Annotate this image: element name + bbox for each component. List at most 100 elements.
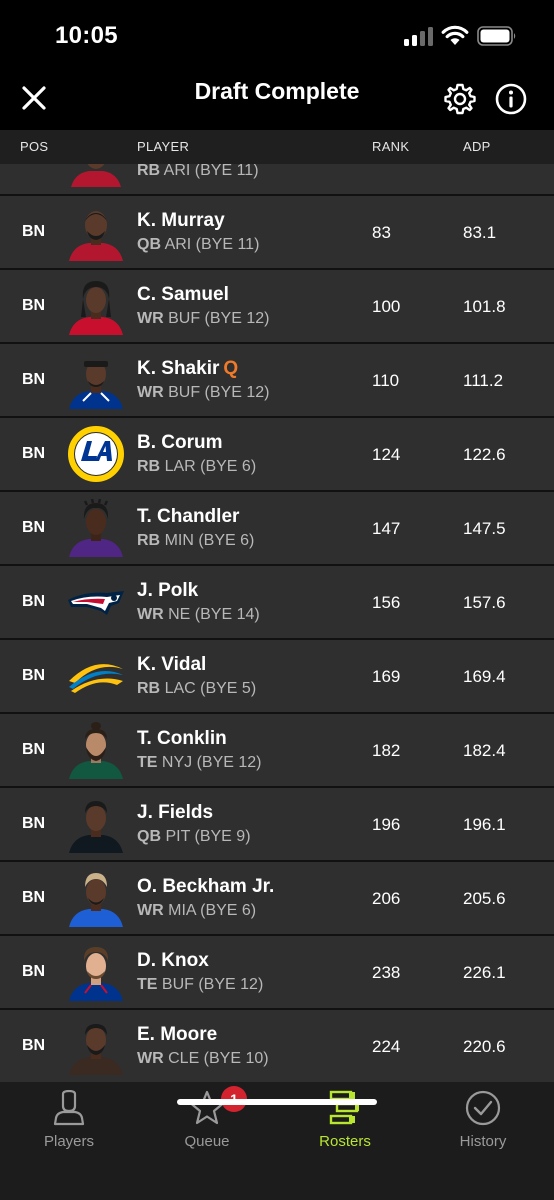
roster-slot: BN xyxy=(22,667,46,684)
player-row[interactable]: BN B. Corum RB LAR (BYE 6) 124 122.6 xyxy=(0,418,554,490)
roster-slot: BN xyxy=(22,371,46,388)
rams-logo xyxy=(68,426,124,482)
player-rank: 110 xyxy=(372,371,400,390)
tab-label: Players xyxy=(43,1133,95,1150)
player-adp: 83.1 xyxy=(463,223,497,242)
patriots-logo xyxy=(68,591,124,615)
person-icon xyxy=(53,1090,85,1126)
tab-queue[interactable]: 1 Queue xyxy=(138,1082,276,1162)
player-adp: 182.4 xyxy=(463,741,506,760)
status-bar: 10:05 xyxy=(0,0,554,70)
player-adp: 169.4 xyxy=(463,667,506,686)
partial-row[interactable]: RB ARI (BYE 11) xyxy=(0,164,554,194)
player-headshot-cardinals xyxy=(71,164,121,187)
player-name: J. Polk xyxy=(137,580,199,601)
player-rank: 83 xyxy=(372,223,391,242)
player-team-info: RB LAC (BYE 5) xyxy=(137,680,257,697)
player-row[interactable]: BN J. Polk WR NE (BYE 14) 156 157.6 xyxy=(0,566,554,638)
player-rank: 124 xyxy=(372,445,401,464)
star-icon xyxy=(189,1090,225,1125)
player-adp: 205.6 xyxy=(463,889,506,908)
player-row[interactable]: BN J. Fields QB PIT (BYE 9) 196 196.1 xyxy=(0,788,554,860)
player-rank: 156 xyxy=(372,593,401,612)
column-header: POS PLAYER RANK ADP xyxy=(0,130,554,164)
roster-slot: BN xyxy=(22,297,46,314)
column-pos: POS xyxy=(20,139,49,154)
player-name: K. Shakir Q xyxy=(137,358,239,379)
player-team-info: QB ARI (BYE 11) xyxy=(137,236,260,253)
player-headshot-bills-blue xyxy=(69,361,123,409)
column-player: PLAYER xyxy=(137,139,190,154)
player-row[interactable]: BN K. Vidal RB LAC (BYE 5) 169 169.4 xyxy=(0,640,554,712)
tab-label: Rosters xyxy=(319,1133,371,1150)
player-team-info: WR BUF (BYE 12) xyxy=(137,310,270,327)
player-headshot-vikings xyxy=(69,499,123,557)
player-name: D. Knox xyxy=(137,950,209,971)
player-headshot-bills-red xyxy=(69,281,123,335)
roster-list[interactable]: RB ARI (BYE 11) BN K. Murray QB ARI (BYE… xyxy=(0,164,554,1082)
battery-icon xyxy=(477,26,516,46)
player-row[interactable]: BN C. Samuel WR BUF (BYE 12) 100 101.8 xyxy=(0,270,554,342)
player-team-info: RB ARI (BYE 11) xyxy=(137,164,259,179)
player-rank: 169 xyxy=(372,667,401,686)
tab-label: History xyxy=(459,1133,507,1150)
player-row[interactable]: BN O. Beckham Jr. WR MIA (BYE 6) 206 205… xyxy=(0,862,554,934)
player-headshot-dolphins xyxy=(69,873,123,927)
player-adp: 196.1 xyxy=(463,815,506,834)
status-time: 10:05 xyxy=(55,22,118,49)
player-team-info: RB LAR (BYE 6) xyxy=(137,458,257,475)
player-adp: 157.6 xyxy=(463,593,506,612)
gear-icon[interactable] xyxy=(443,82,477,116)
tab-history[interactable]: History xyxy=(414,1082,552,1162)
cellular-signal-icon xyxy=(404,27,434,46)
player-team-info: RB MIN (BYE 6) xyxy=(137,532,255,549)
player-row[interactable]: BN K. Murray QB ARI (BYE 11) 83 83.1 xyxy=(0,196,554,268)
player-name: T. Conklin xyxy=(137,728,227,749)
player-team-info: WR BUF (BYE 12) xyxy=(137,384,270,401)
player-rank: 196 xyxy=(372,815,401,834)
roster-slot: BN xyxy=(22,889,46,906)
player-rank: 100 xyxy=(372,297,401,316)
player-team-info: TE BUF (BYE 12) xyxy=(137,976,264,993)
roster-slot: BN xyxy=(22,593,46,610)
roster-slot: BN xyxy=(22,223,46,240)
tab-players[interactable]: Players xyxy=(0,1082,138,1162)
player-rank: 206 xyxy=(372,889,401,908)
draft-complete-screen: 10:05 Draft Complete POS PLAYER RANK ADP… xyxy=(0,0,554,1200)
player-rank: 147 xyxy=(372,519,401,538)
player-name: E. Moore xyxy=(137,1024,218,1045)
player-name: B. Corum xyxy=(137,432,223,453)
player-team-info: WR MIA (BYE 6) xyxy=(137,902,257,919)
player-team-info: QB PIT (BYE 9) xyxy=(137,828,251,845)
rosters-icon xyxy=(329,1090,359,1125)
player-name: K. Murray xyxy=(137,210,225,231)
player-adp: 226.1 xyxy=(463,963,506,982)
check-circle-icon xyxy=(465,1090,501,1126)
player-rank: 182 xyxy=(372,741,401,760)
player-adp: 101.8 xyxy=(463,297,506,316)
player-row[interactable]: BN D. Knox TE BUF (BYE 12) 238 226.1 xyxy=(0,936,554,1008)
player-adp: 122.6 xyxy=(463,445,506,464)
player-headshot-jets xyxy=(69,722,123,779)
player-row[interactable]: BN K. Shakir Q WR BUF (BYE 12) 110 111.2 xyxy=(0,344,554,416)
tab-rosters[interactable]: Rosters xyxy=(276,1082,414,1162)
player-name: K. Vidal xyxy=(137,654,207,675)
player-team-info: WR NE (BYE 14) xyxy=(137,606,260,623)
player-adp: 111.2 xyxy=(463,371,504,390)
wifi-icon xyxy=(441,25,469,45)
player-row[interactable]: BN T. Conklin TE NYJ (BYE 12) 182 182.4 xyxy=(0,714,554,786)
player-row[interactable]: BN E. Moore WR CLE (BYE 10) 224 220.6 xyxy=(0,1010,554,1082)
roster-slot: BN xyxy=(22,741,46,758)
player-team-info: TE NYJ (BYE 12) xyxy=(137,754,262,771)
info-icon[interactable] xyxy=(494,82,528,116)
column-adp: ADP xyxy=(463,139,491,154)
header: Draft Complete xyxy=(0,70,554,130)
player-adp: 147.5 xyxy=(463,519,506,538)
roster-slot: BN xyxy=(22,815,46,832)
player-name: J. Fields xyxy=(137,802,214,823)
player-adp: 220.6 xyxy=(463,1037,506,1056)
home-indicator[interactable] xyxy=(177,1099,377,1105)
player-row[interactable]: BN T. Chandler RB MIN (BYE 6) 147 147.5 xyxy=(0,492,554,564)
player-rank: 224 xyxy=(372,1037,401,1056)
player-team-info: WR CLE (BYE 10) xyxy=(137,1050,269,1067)
